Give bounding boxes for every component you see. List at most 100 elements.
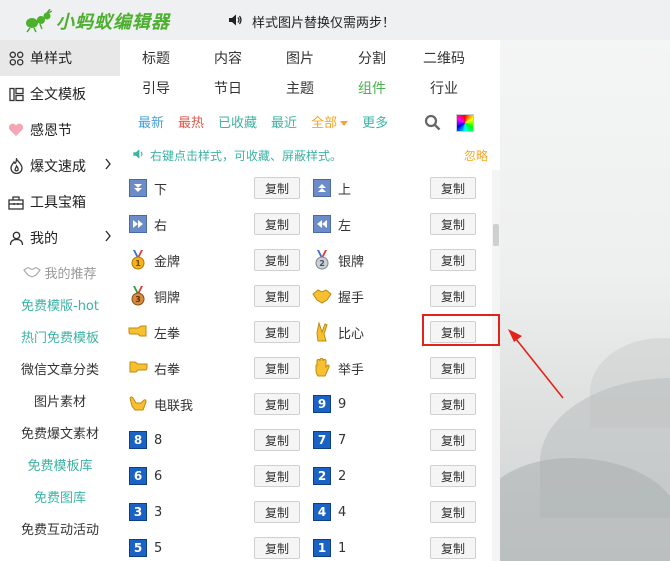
sidebar-sub-free-template-library[interactable]: 免费模板库 bbox=[0, 448, 120, 480]
copy-button[interactable]: 复制 bbox=[430, 429, 476, 451]
sidebar-item-label: 爆文速成 bbox=[30, 159, 86, 175]
copy-button[interactable]: 复制 bbox=[430, 393, 476, 415]
copy-button[interactable]: 复制 bbox=[254, 357, 300, 379]
caret-down-icon bbox=[340, 121, 349, 126]
item-label: 2 bbox=[338, 468, 347, 484]
list-item[interactable]: 7 7 复制 bbox=[304, 422, 488, 458]
copy-button[interactable]: 复制 bbox=[254, 429, 300, 451]
keycap-digit: 7 bbox=[313, 431, 331, 449]
copy-button[interactable]: 复制 bbox=[254, 249, 300, 271]
list-item[interactable]: 6 6 复制 bbox=[120, 458, 304, 494]
hint-text: 右键点击样式，可收藏、屏蔽样式。 bbox=[150, 149, 343, 163]
scrollbar-thumb[interactable] bbox=[493, 224, 499, 246]
list-item[interactable]: 3 铜牌 复制 bbox=[120, 278, 304, 314]
list-item[interactable]: 1 金牌 复制 bbox=[120, 242, 304, 278]
copy-button[interactable]: 复制 bbox=[430, 177, 476, 199]
list-item[interactable]: 1 1 复制 bbox=[304, 530, 488, 561]
list-item[interactable]: 左 复制 bbox=[304, 206, 488, 242]
filter-collected[interactable]: 已收藏 bbox=[218, 112, 257, 131]
copy-button[interactable]: 复制 bbox=[430, 285, 476, 307]
filter-recent[interactable]: 最近 bbox=[271, 112, 297, 131]
copy-button[interactable]: 复制 bbox=[254, 501, 300, 523]
sidebar-item-full-template[interactable]: 全文模板 bbox=[0, 76, 120, 112]
copy-button[interactable]: 复制 bbox=[254, 393, 300, 415]
tab-component[interactable]: 组件 bbox=[336, 78, 408, 98]
list-item[interactable]: 举手 复制 bbox=[304, 350, 488, 386]
header-notice[interactable]: 样式图片替换仅需两步！ bbox=[228, 12, 395, 31]
scrollbar-track[interactable] bbox=[492, 170, 500, 561]
style-panel: 标题 内容 图片 分割 二维码 引导 节日 主题 组件 行业 最新 最热 已收藏… bbox=[120, 40, 500, 561]
copy-button[interactable]: 复制 bbox=[254, 537, 300, 559]
copy-button[interactable]: 复制 bbox=[254, 465, 300, 487]
item-label: 4 bbox=[338, 504, 347, 520]
tab-theme[interactable]: 主题 bbox=[264, 78, 336, 98]
tab-qrcode[interactable]: 二维码 bbox=[408, 48, 480, 68]
keycap-5-icon: 5 bbox=[128, 538, 148, 558]
list-item[interactable]: 2 银牌 复制 bbox=[304, 242, 488, 278]
sidebar-sub-my-recommend[interactable]: 我的推荐 bbox=[0, 256, 120, 288]
filter-newest[interactable]: 最新 bbox=[138, 112, 164, 131]
tab-industry[interactable]: 行业 bbox=[408, 78, 480, 98]
copy-button[interactable]: 复制 bbox=[254, 213, 300, 235]
tab-festival[interactable]: 节日 bbox=[192, 78, 264, 98]
grid-icon bbox=[8, 50, 24, 66]
copy-button[interactable]: 复制 bbox=[430, 357, 476, 379]
ignore-link[interactable]: 忽略 bbox=[464, 147, 488, 164]
color-picker-icon[interactable] bbox=[456, 114, 474, 132]
tab-guide[interactable]: 引导 bbox=[120, 78, 192, 98]
sidebar-sub-free-interactive[interactable]: 免费互动活动 bbox=[0, 512, 120, 544]
list-item[interactable]: 右 复制 bbox=[120, 206, 304, 242]
sidebar-sub-free-viral-material[interactable]: 免费爆文素材 bbox=[0, 416, 120, 448]
app-logo[interactable]: 小蚂蚁编辑器 bbox=[24, 8, 170, 34]
sidebar-sub-free-template-hot[interactable]: 免费模版-hot bbox=[0, 288, 120, 320]
list-row: 3 铜牌 复制 握手 复制 bbox=[120, 278, 492, 314]
filter-hottest[interactable]: 最热 bbox=[178, 112, 204, 131]
svg-text:1: 1 bbox=[135, 259, 141, 268]
list-item[interactable]: 左拳 复制 bbox=[120, 314, 304, 350]
copy-button[interactable]: 复制 bbox=[430, 465, 476, 487]
sidebar-item-mine[interactable]: 我的 bbox=[0, 220, 120, 256]
list-item[interactable]: 5 5 复制 bbox=[120, 530, 304, 561]
sidebar-item-thanksgiving[interactable]: 感恩节 bbox=[0, 112, 120, 148]
list-item[interactable]: 9 9 复制 bbox=[304, 386, 488, 422]
sidebar-sub-image-material[interactable]: 图片素材 bbox=[0, 384, 120, 416]
list-item[interactable]: 2 2 复制 bbox=[304, 458, 488, 494]
category-tabs: 标题 内容 图片 分割 二维码 引导 节日 主题 组件 行业 bbox=[120, 40, 500, 103]
sidebar-item-single-style[interactable]: 单样式 bbox=[0, 40, 120, 76]
sidebar-sub-free-image-library[interactable]: 免费图库 bbox=[0, 480, 120, 512]
filter-more[interactable]: 更多 bbox=[362, 112, 388, 131]
tab-title[interactable]: 标题 bbox=[120, 48, 192, 68]
sidebar-sub-hot-free-template[interactable]: 热门免费模板 bbox=[0, 320, 120, 352]
list-item[interactable]: 电联我 复制 bbox=[120, 386, 304, 422]
list-item[interactable]: 上 复制 bbox=[304, 170, 488, 206]
keycap-digit: 3 bbox=[129, 503, 147, 521]
copy-button[interactable]: 复制 bbox=[430, 537, 476, 559]
item-label: 银牌 bbox=[338, 254, 365, 270]
sidebar-sub-wechat-category[interactable]: 微信文章分类 bbox=[0, 352, 120, 384]
keycap-4-icon: 4 bbox=[312, 502, 332, 522]
list-item[interactable]: 右拳 复制 bbox=[120, 350, 304, 386]
filter-bar: 最新 最热 已收藏 最近 全部 更多 bbox=[138, 112, 402, 131]
list-item[interactable]: 握手 复制 bbox=[304, 278, 488, 314]
tab-content[interactable]: 内容 bbox=[192, 48, 264, 68]
sidebar-item-viral-article[interactable]: 爆文速成 bbox=[0, 148, 120, 184]
list-item[interactable]: 8 8 复制 bbox=[120, 422, 304, 458]
copy-button[interactable]: 复制 bbox=[430, 213, 476, 235]
copy-button[interactable]: 复制 bbox=[254, 177, 300, 199]
item-label: 电联我 bbox=[154, 398, 194, 414]
list-item[interactable]: 4 4 复制 bbox=[304, 494, 488, 530]
copy-button[interactable]: 复制 bbox=[254, 321, 300, 343]
ant-logo-icon bbox=[24, 8, 53, 33]
list-item[interactable]: 下 复制 bbox=[120, 170, 304, 206]
copy-button[interactable]: 复制 bbox=[254, 285, 300, 307]
copy-button[interactable]: 复制 bbox=[430, 249, 476, 271]
tab-divider[interactable]: 分割 bbox=[336, 48, 408, 68]
tab-image[interactable]: 图片 bbox=[264, 48, 336, 68]
sidebar-item-toolbox[interactable]: 工具宝箱 bbox=[0, 184, 120, 220]
list-item[interactable]: 3 3 复制 bbox=[120, 494, 304, 530]
crossed-fingers-icon bbox=[312, 322, 332, 342]
copy-button[interactable]: 复制 bbox=[430, 501, 476, 523]
search-icon[interactable] bbox=[424, 114, 441, 135]
filter-all-dropdown[interactable]: 全部 bbox=[311, 112, 349, 131]
sidebar-sub-label: 图片素材 bbox=[33, 394, 86, 410]
